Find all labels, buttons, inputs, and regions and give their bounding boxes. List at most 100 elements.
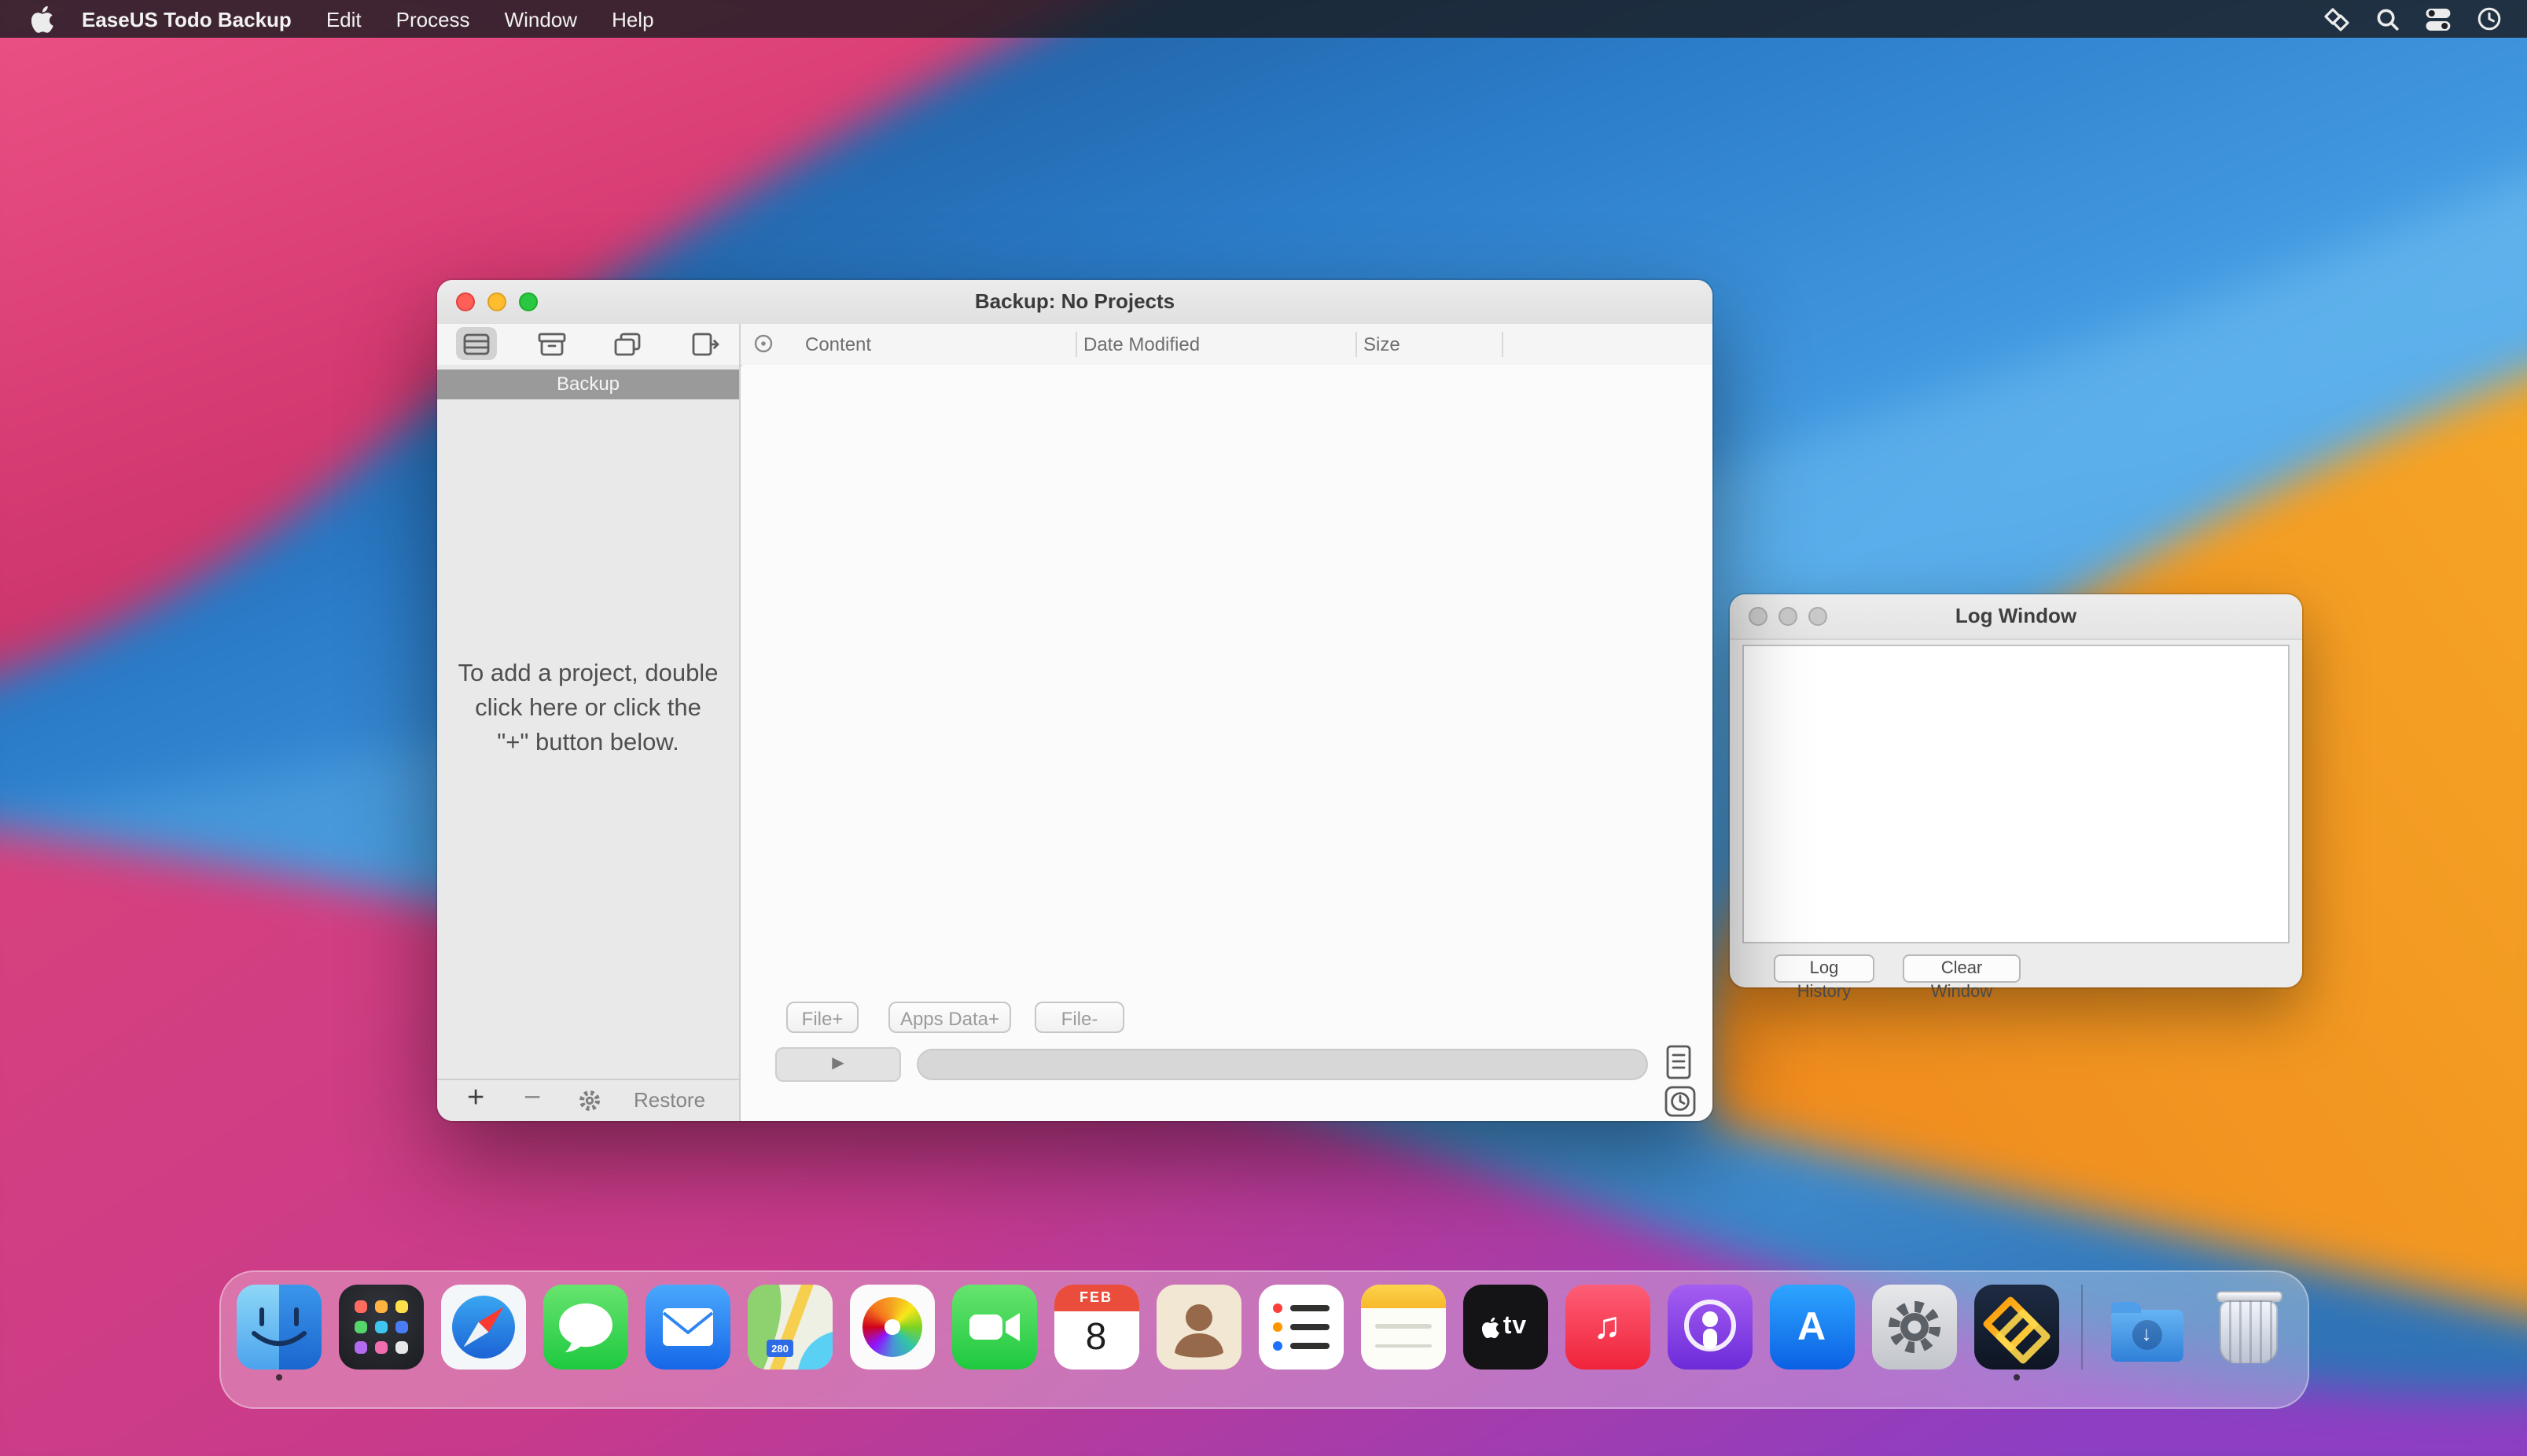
trash-icon bbox=[2206, 1285, 2291, 1370]
dock-launchpad[interactable] bbox=[338, 1285, 423, 1370]
download-arrow-glyph: ↓ bbox=[2132, 1320, 2161, 1350]
system-preferences-icon bbox=[1871, 1285, 1956, 1370]
tv-label: tv bbox=[1503, 1313, 1527, 1341]
dock-notes[interactable] bbox=[1360, 1285, 1445, 1370]
view-toolbar bbox=[437, 324, 741, 365]
traffic-lights bbox=[456, 292, 538, 311]
dock-photos[interactable] bbox=[849, 1285, 934, 1370]
column-separator[interactable] bbox=[1502, 332, 1503, 357]
dock-contacts[interactable] bbox=[1156, 1285, 1241, 1370]
mail-icon bbox=[645, 1285, 730, 1370]
calendar-day: 8 bbox=[1054, 1311, 1138, 1365]
log-output-area[interactable] bbox=[1742, 645, 2290, 943]
dock-maps[interactable]: 280 bbox=[747, 1285, 832, 1370]
notes-icon bbox=[1360, 1285, 1445, 1370]
column-content[interactable]: Content bbox=[805, 324, 871, 365]
table-header: Content Date Modified Size bbox=[741, 324, 1712, 365]
dock-podcasts[interactable] bbox=[1667, 1285, 1752, 1370]
document-log-icon[interactable] bbox=[1664, 1044, 1694, 1080]
page-flip-icon[interactable] bbox=[684, 327, 725, 360]
menu-item-process[interactable]: Process bbox=[396, 7, 470, 31]
safari-icon bbox=[440, 1285, 525, 1370]
dock-messages[interactable] bbox=[543, 1285, 627, 1370]
copy-icon[interactable] bbox=[607, 327, 648, 360]
list-view-icon[interactable] bbox=[456, 327, 497, 360]
calendar-month: FEB bbox=[1054, 1285, 1138, 1311]
messages-icon bbox=[543, 1285, 627, 1370]
running-indicator bbox=[2013, 1374, 2019, 1381]
file-add-button[interactable]: File+ bbox=[786, 1002, 859, 1033]
dock-reminders[interactable] bbox=[1258, 1285, 1343, 1370]
maps-icon: 280 bbox=[747, 1285, 832, 1370]
clear-window-button[interactable]: Clear Window bbox=[1903, 954, 2021, 983]
backup-content-pane: File+ Apps Data+ File- ▶ bbox=[742, 365, 1712, 1121]
log-window: Log Window Log History Clear Window bbox=[1730, 594, 2302, 987]
progress-bar bbox=[917, 1049, 1648, 1080]
apple-menu-icon[interactable] bbox=[31, 6, 53, 32]
easeus-todo-backup-icon bbox=[1973, 1285, 2058, 1370]
desktop: EaseUS Todo Backup Edit Process Window H… bbox=[0, 0, 2527, 1456]
remove-project-button[interactable]: − bbox=[524, 1080, 541, 1118]
menu-item-edit[interactable]: Edit bbox=[326, 7, 362, 31]
zoom-button[interactable] bbox=[1808, 607, 1827, 626]
finder-icon bbox=[236, 1285, 321, 1370]
apps-data-add-button[interactable]: Apps Data+ bbox=[888, 1002, 1011, 1033]
inactive-traffic-lights bbox=[1749, 607, 1827, 626]
menu-app-name[interactable]: EaseUS Todo Backup bbox=[82, 7, 292, 31]
column-separator[interactable] bbox=[1355, 332, 1357, 357]
close-button[interactable] bbox=[1749, 607, 1767, 626]
dock-separator bbox=[2080, 1285, 2082, 1370]
dock-system-preferences[interactable] bbox=[1871, 1285, 1956, 1370]
dock-mail[interactable] bbox=[645, 1285, 730, 1370]
projects-sidebar[interactable]: Backup To add a project, double click he… bbox=[437, 365, 741, 1121]
dock-music[interactable]: ♫ bbox=[1565, 1285, 1650, 1370]
spotlight-icon[interactable] bbox=[2376, 7, 2400, 31]
minimize-button[interactable] bbox=[487, 292, 506, 311]
menu-item-help[interactable]: Help bbox=[612, 7, 654, 31]
dock-app-store[interactable]: A bbox=[1769, 1285, 1854, 1370]
calendar-icon: FEB 8 bbox=[1054, 1285, 1138, 1370]
dock-facetime[interactable] bbox=[951, 1285, 1036, 1370]
app-store-icon: A bbox=[1769, 1285, 1854, 1370]
log-history-button[interactable]: Log History bbox=[1774, 954, 1874, 983]
contacts-icon bbox=[1156, 1285, 1241, 1370]
file-remove-button[interactable]: File- bbox=[1035, 1002, 1124, 1033]
control-center-icon[interactable] bbox=[2425, 6, 2452, 32]
restore-button[interactable]: Restore bbox=[634, 1080, 705, 1120]
backup-tab[interactable]: Backup bbox=[437, 370, 739, 399]
podcasts-icon bbox=[1667, 1285, 1752, 1370]
column-separator[interactable] bbox=[1076, 332, 1077, 357]
dock-tv[interactable]: tv bbox=[1462, 1285, 1547, 1370]
photos-icon bbox=[849, 1285, 934, 1370]
menu-item-window[interactable]: Window bbox=[505, 7, 578, 31]
column-date-modified[interactable]: Date Modified bbox=[1083, 324, 1200, 365]
log-window-titlebar[interactable]: Log Window bbox=[1730, 594, 2302, 640]
zoom-button[interactable] bbox=[519, 292, 538, 311]
facetime-icon bbox=[951, 1285, 1036, 1370]
start-backup-button[interactable]: ▶ bbox=[775, 1047, 901, 1082]
sidebar-footer: + − Restore bbox=[437, 1079, 739, 1121]
close-button[interactable] bbox=[456, 292, 475, 311]
downloads-folder-icon: ↓ bbox=[2104, 1285, 2189, 1370]
dock-trash[interactable] bbox=[2206, 1285, 2291, 1370]
gear-icon[interactable] bbox=[577, 1088, 602, 1121]
empty-projects-hint: To add a project, double click here or c… bbox=[458, 657, 719, 761]
dock-finder[interactable] bbox=[236, 1285, 321, 1370]
easeus-status-icon[interactable] bbox=[2323, 6, 2351, 32]
reminders-icon bbox=[1258, 1285, 1343, 1370]
dock-downloads[interactable]: ↓ bbox=[2104, 1285, 2189, 1370]
dock-safari[interactable] bbox=[440, 1285, 525, 1370]
dock-easeus-todo-backup[interactable] bbox=[1973, 1285, 2058, 1370]
status-column-icon[interactable] bbox=[753, 333, 774, 362]
backup-window-titlebar[interactable]: Backup: No Projects bbox=[437, 280, 1712, 325]
dock-calendar[interactable]: FEB 8 bbox=[1054, 1285, 1138, 1370]
column-size[interactable]: Size bbox=[1363, 324, 1400, 365]
schedule-clock-icon[interactable] bbox=[1664, 1085, 1697, 1118]
add-project-button[interactable]: + bbox=[467, 1080, 484, 1118]
archive-icon[interactable] bbox=[532, 327, 572, 360]
minimize-button[interactable] bbox=[1778, 607, 1797, 626]
clock-icon[interactable] bbox=[2477, 6, 2502, 31]
toolbar-row: Content Date Modified Size bbox=[437, 324, 1712, 366]
app-store-letter: A bbox=[1797, 1304, 1826, 1350]
window-title: Backup: No Projects bbox=[437, 280, 1712, 324]
